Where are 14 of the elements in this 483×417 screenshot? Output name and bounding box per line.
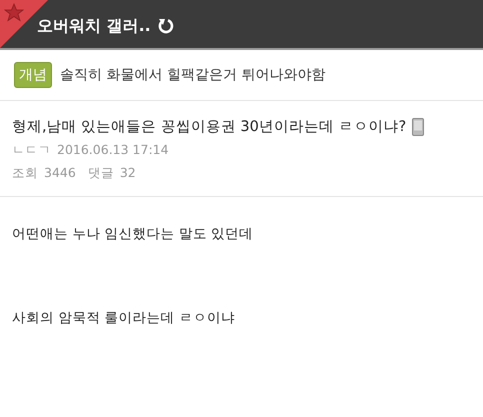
post-date: 2016.06.13 17:14: [57, 142, 169, 159]
category-tag: 개념: [14, 62, 52, 88]
views-count: 3446: [44, 165, 76, 182]
post-title: 형제,남매 있는애들은 꽁씹이용권 30년이라는데 ㄹㅇ이냐?: [12, 118, 406, 136]
body-text: 어떤애는 누나 임신했다는 말도 있던데: [12, 225, 254, 243]
author-name: ㄴㄷㄱ: [12, 142, 51, 159]
refresh-icon[interactable]: [156, 17, 175, 35]
comments-count: 32: [120, 165, 136, 182]
comments-label: 댓글: [88, 165, 114, 182]
gallery-title: 오버워치 갤러..: [37, 16, 151, 36]
body-text: 사회의 암묵적 룰이라는데 ㄹㅇ이냐: [12, 309, 236, 327]
banner-text[interactable]: 솔직히 화물에서 힐팩같은거 튀어나와야함: [60, 66, 326, 84]
views-label: 조회: [12, 165, 38, 182]
phone-icon: [412, 118, 424, 136]
